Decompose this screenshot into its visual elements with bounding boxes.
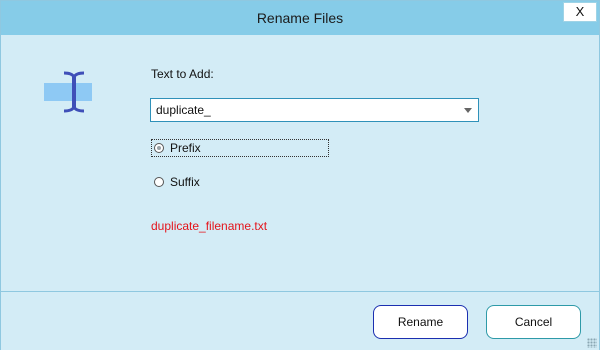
prefix-radio-button[interactable] (154, 143, 164, 153)
dialog-footer: Rename Cancel (1, 291, 599, 350)
text-to-add-label: Text to Add: (151, 67, 214, 81)
rename-button[interactable]: Rename (373, 305, 468, 339)
cancel-button[interactable]: Cancel (486, 305, 581, 339)
combobox-value[interactable]: duplicate_ (156, 99, 211, 121)
close-button[interactable]: X (563, 2, 597, 22)
title-bar: Rename Files X (1, 1, 599, 35)
prefix-radio-option[interactable]: Prefix (151, 139, 329, 157)
chevron-down-icon[interactable] (464, 108, 472, 113)
suffix-radio-label[interactable]: Suffix (170, 175, 200, 189)
suffix-radio-button[interactable] (154, 177, 164, 187)
filename-preview: duplicate_filename.txt (151, 219, 268, 233)
prefix-radio-label[interactable]: Prefix (170, 141, 201, 155)
rename-files-dialog: Rename Files X Text to Add: duplicate_ P… (0, 0, 600, 350)
window-title: Rename Files (256, 10, 344, 26)
text-to-add-combobox[interactable]: duplicate_ (150, 98, 479, 122)
text-cursor-icon (44, 71, 94, 113)
resize-grip-icon[interactable] (587, 338, 597, 348)
i-beam-cursor-icon (63, 71, 85, 113)
